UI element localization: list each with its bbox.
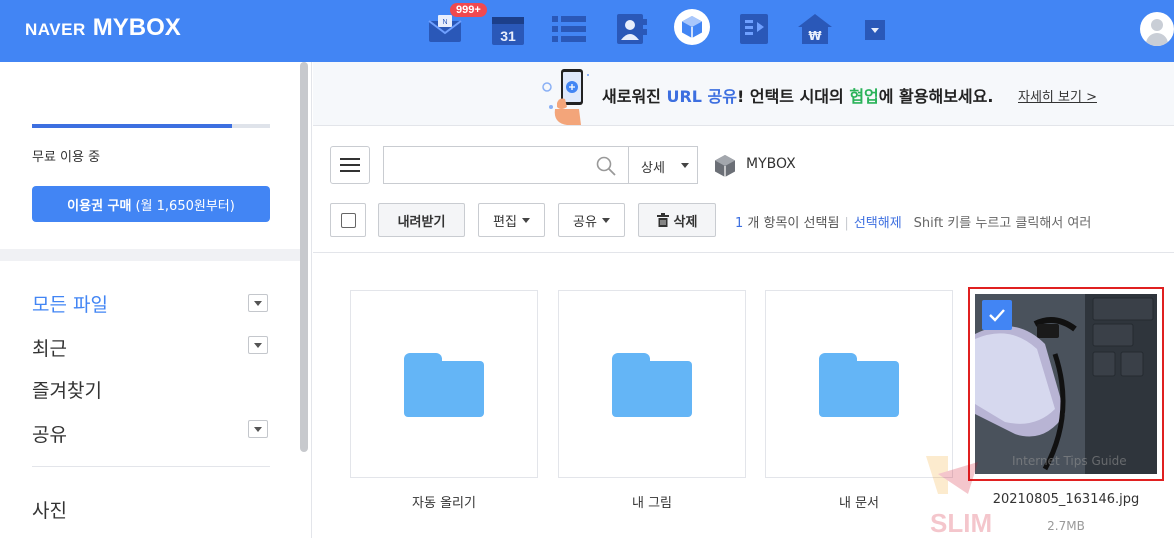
edit-label: 편집 (493, 214, 517, 230)
delete-label: 삭제 (673, 214, 698, 230)
phone-hand-illustration-icon (542, 69, 589, 125)
folder-icon (612, 353, 692, 417)
user-avatar[interactable] (1140, 12, 1174, 46)
calendar-date: 31 (500, 28, 516, 44)
buy-plan-label: 이용권 구매 (67, 198, 132, 214)
selected-count: 1 (735, 216, 744, 231)
mail-count-badge: 999+ (450, 3, 487, 17)
top-header: NAVER MYBOX N 999+ 31 ₩ (0, 0, 1174, 62)
sidebar-item-shared[interactable]: 공유 (32, 420, 67, 447)
mybox-cube-icon (715, 155, 735, 177)
banner-message: 새로워진 URL 공유! 언택트 시대의 협업에 활용해보세요. (602, 83, 993, 107)
download-button[interactable]: 내려받기 (378, 203, 465, 237)
contacts-icon[interactable] (611, 9, 651, 49)
search-input[interactable] (384, 147, 584, 183)
plan-status-label: 무료 이용 중 (32, 150, 101, 165)
svg-text:N: N (442, 19, 447, 26)
logo-naver-text: NAVER (25, 20, 86, 39)
sidebar: 무료 이용 중 이용권 구매 (월 1,650원부터) 모든 파일 최근 즐겨찾… (0, 62, 312, 538)
search-separator (628, 147, 629, 183)
file-tile[interactable] (350, 290, 538, 478)
list-icon[interactable] (549, 10, 589, 50)
file-size: 2.7MB (1047, 519, 1085, 533)
all-files-expand-icon[interactable] (248, 294, 268, 312)
chevron-down-icon[interactable] (681, 163, 689, 168)
more-apps-icon[interactable] (855, 10, 895, 50)
sidebar-nav-separator (32, 466, 270, 467)
share-label: 공유 (573, 214, 597, 230)
sidebar-divider (0, 249, 300, 261)
sidebar-item-all-files[interactable]: 모든 파일 (32, 290, 108, 317)
logo-mybox-text: MYBOX (92, 14, 181, 41)
photo-watermark: Internet Tips Guide (1012, 454, 1127, 468)
naver-mybox-logo[interactable]: NAVER MYBOX (25, 14, 181, 42)
file-tile[interactable] (558, 290, 746, 478)
memo-icon[interactable] (734, 9, 774, 49)
banner-url-share: URL 공유 (666, 87, 737, 106)
edit-dropdown-button[interactable]: 편집 (478, 203, 545, 237)
storage-usage-bar (32, 124, 270, 128)
folder-icon (404, 353, 484, 417)
banner-text-2: ! 언택트 시대의 (736, 87, 850, 106)
selection-info: 1 개 항목이 선택됨 | 선택해제 Shift 키를 누르고 클릭해서 여러 (735, 216, 1092, 231)
storage-usage-fill (32, 124, 232, 128)
buy-plan-button[interactable]: 이용권 구매 (월 1,650원부터) (32, 186, 270, 222)
recent-expand-icon[interactable] (248, 336, 268, 354)
chevron-down-icon (521, 217, 530, 223)
banner-text-3: 에 활용해보세요. (878, 87, 994, 106)
promo-banner[interactable]: 새로워진 URL 공유! 언택트 시대의 협업에 활용해보세요. 자세히 보기 … (313, 62, 1174, 126)
selected-text: 개 항목이 선택됨 (747, 216, 840, 231)
pay-icon[interactable]: ₩ (795, 9, 835, 49)
delete-button[interactable]: 삭제 (638, 203, 716, 237)
file-name[interactable]: 20210805_163146.jpg (972, 492, 1160, 507)
file-name[interactable]: 자동 올리기 (350, 492, 538, 511)
shared-expand-icon[interactable] (248, 420, 268, 438)
sidebar-item-recent[interactable]: 최근 (32, 334, 67, 361)
share-dropdown-button[interactable]: 공유 (558, 203, 625, 237)
trash-icon (656, 213, 669, 227)
mybox-icon[interactable] (672, 7, 712, 47)
sidebar-scrollbar[interactable] (300, 62, 308, 452)
folder-icon (819, 353, 899, 417)
search-icon[interactable] (596, 156, 616, 176)
toolbar-divider (313, 252, 1174, 253)
clear-selection-link[interactable]: 선택해제 (854, 216, 902, 231)
sidebar-item-photos[interactable]: 사진 (32, 496, 67, 523)
select-all-checkbox[interactable] (330, 203, 366, 237)
file-tile[interactable] (765, 290, 953, 478)
buy-plan-price: (월 1,650원부터) (135, 198, 235, 214)
calendar-icon[interactable]: 31 (488, 10, 528, 50)
banner-text-1: 새로워진 (602, 87, 667, 106)
sidebar-item-favorites[interactable]: 즐겨찾기 (32, 376, 102, 403)
hamburger-icon (340, 158, 360, 160)
banner-more-link[interactable]: 자세히 보기 > (1018, 86, 1097, 105)
selected-check-icon[interactable] (982, 300, 1012, 330)
svg-text:₩: ₩ (808, 29, 822, 43)
download-label: 내려받기 (397, 214, 446, 230)
banner-collab: 협업 (849, 87, 879, 106)
search-detail-dropdown[interactable]: 상세 (641, 157, 665, 176)
breadcrumb[interactable]: MYBOX (746, 156, 796, 172)
multi-select-hint: Shift 키를 누르고 클릭해서 여러 (913, 216, 1092, 231)
search-box: 상세 (383, 146, 698, 184)
file-name[interactable]: 내 그림 (558, 492, 746, 511)
chevron-down-icon (601, 217, 610, 223)
hamburger-menu-button[interactable] (330, 146, 370, 184)
file-tile-selected[interactable] (968, 287, 1164, 481)
